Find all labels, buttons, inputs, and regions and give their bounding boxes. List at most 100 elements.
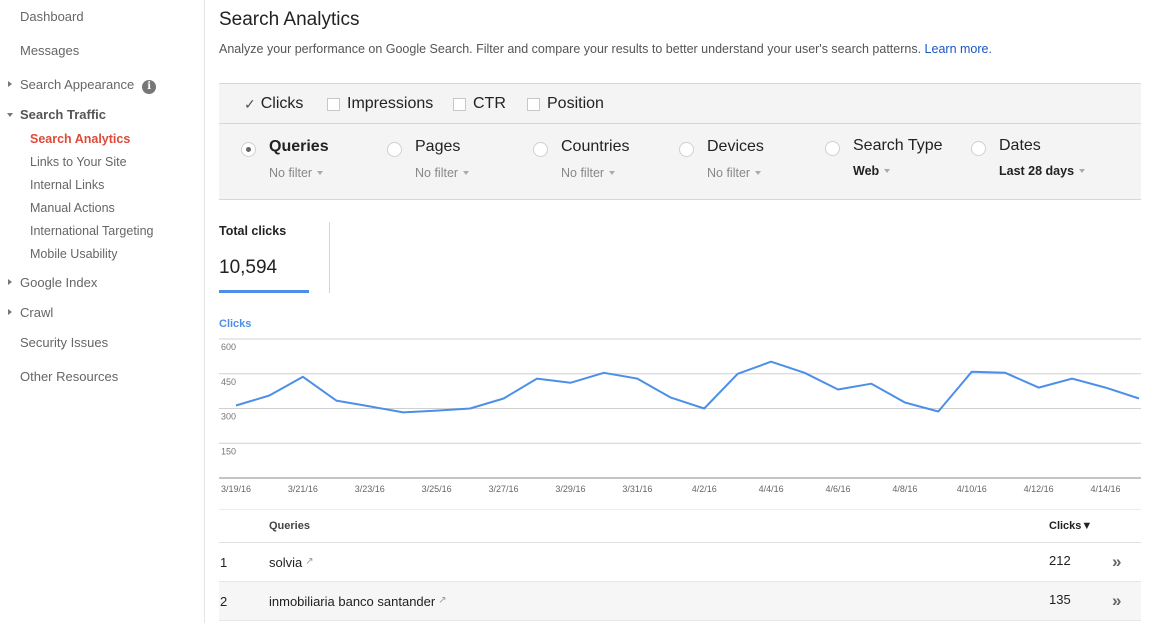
y-tick-label: 150 (221, 446, 236, 456)
nav-links-to-your-site[interactable]: Links to Your Site (30, 155, 127, 169)
x-tick-label: 4/10/16 (957, 484, 987, 494)
filter-dropdown[interactable]: Last 28 days (999, 164, 1086, 178)
external-link-icon[interactable]: ↗ (305, 556, 313, 567)
row-rank: 2 (220, 594, 228, 609)
dropdown-caret-icon (317, 171, 324, 175)
radio-button[interactable] (241, 142, 256, 157)
query-text: solvia (269, 555, 303, 570)
nav-label: Google Index (20, 275, 98, 290)
total-clicks-label: Total clicks (219, 224, 287, 238)
nav-search-appearance[interactable]: Search Appearance i (8, 77, 157, 94)
metric-impressions[interactable]: Impressions (327, 95, 433, 113)
nav-internal-links[interactable]: Internal Links (30, 178, 104, 192)
filter-dropdown[interactable]: No filter (707, 166, 762, 180)
x-tick-label: 4/6/16 (825, 484, 850, 494)
info-icon[interactable]: i (142, 80, 157, 94)
row-clicks: 212 (1049, 553, 1071, 568)
checkbox[interactable] (453, 97, 466, 111)
query-link[interactable]: solvia ↗ (269, 555, 314, 570)
metrics-bar: ✓ Clicks Impressions CTR Position (219, 83, 1141, 124)
filter-dropdown[interactable]: Web (853, 164, 891, 178)
divider (329, 222, 330, 293)
expand-arrow-icon (8, 309, 12, 315)
learn-more-link[interactable]: Learn more. (925, 42, 992, 56)
filter-value: No filter (561, 166, 605, 180)
radio-button[interactable] (971, 141, 986, 156)
table-row: 1 solvia ↗ 212 » (219, 543, 1141, 582)
nav-search-traffic[interactable]: Search Traffic (7, 107, 106, 122)
x-tick-label: 3/25/16 (422, 484, 452, 494)
column-label: Clicks (1049, 520, 1082, 532)
nav-international-targeting[interactable]: International Targeting (30, 224, 153, 238)
row-rank: 1 (220, 555, 228, 570)
dropdown-caret-icon (884, 169, 891, 173)
x-tick-label: 4/12/16 (1024, 484, 1054, 494)
checkbox[interactable] (527, 97, 540, 111)
total-clicks-card[interactable]: Total clicks 10,594 (219, 222, 330, 293)
nav-manual-actions[interactable]: Manual Actions (30, 201, 115, 215)
group-label: Pages (415, 138, 461, 155)
metric-label: Impressions (347, 95, 434, 112)
dropdown-caret-icon (463, 171, 470, 175)
dropdown-caret-icon (755, 171, 762, 175)
expand-arrow-icon (8, 81, 12, 87)
y-tick-label: 600 (221, 342, 236, 352)
dropdown-caret-icon (1079, 169, 1086, 173)
nav-messages[interactable]: Messages (20, 43, 79, 58)
sidebar: Dashboard Messages Search Appearance i Se… (0, 0, 205, 623)
page-title: Search Analytics (219, 9, 360, 30)
nav-crawl[interactable]: Crawl (8, 305, 53, 320)
filter-value: No filter (707, 166, 751, 180)
filter-dropdown[interactable]: No filter (415, 166, 470, 180)
metric-position[interactable]: Position (527, 95, 604, 113)
x-tick-label: 4/4/16 (759, 484, 784, 494)
row-details-icon[interactable]: » (1112, 591, 1122, 611)
group-label: Devices (707, 138, 764, 155)
y-tick-label: 300 (221, 412, 236, 422)
external-link-icon[interactable]: ↗ (438, 595, 446, 606)
group-by-bar: Queries No filter Pages No filter Countr… (219, 124, 1141, 200)
radio-button[interactable] (825, 141, 840, 156)
metric-label: Position (547, 95, 604, 112)
metric-clicks[interactable]: ✓ Clicks (244, 95, 303, 113)
filter-value: Web (853, 164, 880, 178)
column-header-clicks[interactable]: Clicks▼ (1049, 520, 1092, 532)
group-label: Search Type (853, 137, 943, 154)
radio-button[interactable] (533, 142, 548, 157)
metric-ctr[interactable]: CTR (453, 95, 506, 113)
nav-security-issues[interactable]: Security Issues (20, 335, 108, 350)
group-label: Countries (561, 138, 630, 155)
group-label: Queries (269, 138, 329, 155)
metric-label: Clicks (260, 95, 304, 112)
nav-mobile-usability[interactable]: Mobile Usability (30, 247, 118, 261)
dropdown-caret-icon (609, 171, 616, 175)
x-tick-label: 3/19/16 (221, 484, 251, 494)
group-label: Dates (999, 137, 1041, 154)
nav-dashboard[interactable]: Dashboard (20, 9, 84, 24)
query-text: inmobiliaria banco santander (269, 594, 436, 609)
x-tick-label: 3/29/16 (555, 484, 585, 494)
x-tick-label: 3/31/16 (622, 484, 652, 494)
filter-dropdown[interactable]: No filter (269, 166, 324, 180)
query-link[interactable]: inmobiliaria banco santander ↗ (269, 594, 447, 609)
collapse-arrow-icon (7, 113, 13, 117)
nav-google-index[interactable]: Google Index (8, 275, 98, 290)
y-tick-label: 450 (221, 377, 236, 387)
nav-label: Search Traffic (20, 107, 106, 122)
filter-dropdown[interactable]: No filter (561, 166, 616, 180)
radio-button[interactable] (387, 142, 402, 157)
row-details-icon[interactable]: » (1112, 552, 1122, 572)
nav-search-analytics[interactable]: Search Analytics (30, 132, 130, 146)
x-tick-label: 4/8/16 (892, 484, 917, 494)
radio-button[interactable] (679, 142, 694, 157)
table-header: Queries Clicks▼ (219, 509, 1141, 543)
checkbox[interactable] (327, 97, 340, 111)
x-tick-label: 3/23/16 (355, 484, 385, 494)
nav-other-resources[interactable]: Other Resources (20, 369, 118, 384)
queries-table: Queries Clicks▼ 1 solvia ↗ 212 » 2 inmobi… (219, 509, 1141, 621)
metric-label: CTR (473, 95, 506, 112)
chart-series-label: Clicks (219, 318, 252, 330)
series-line-clicks (235, 360, 1140, 414)
nav-label: Search Appearance (20, 77, 135, 92)
description-text: Analyze your performance on Google Searc… (219, 42, 922, 56)
